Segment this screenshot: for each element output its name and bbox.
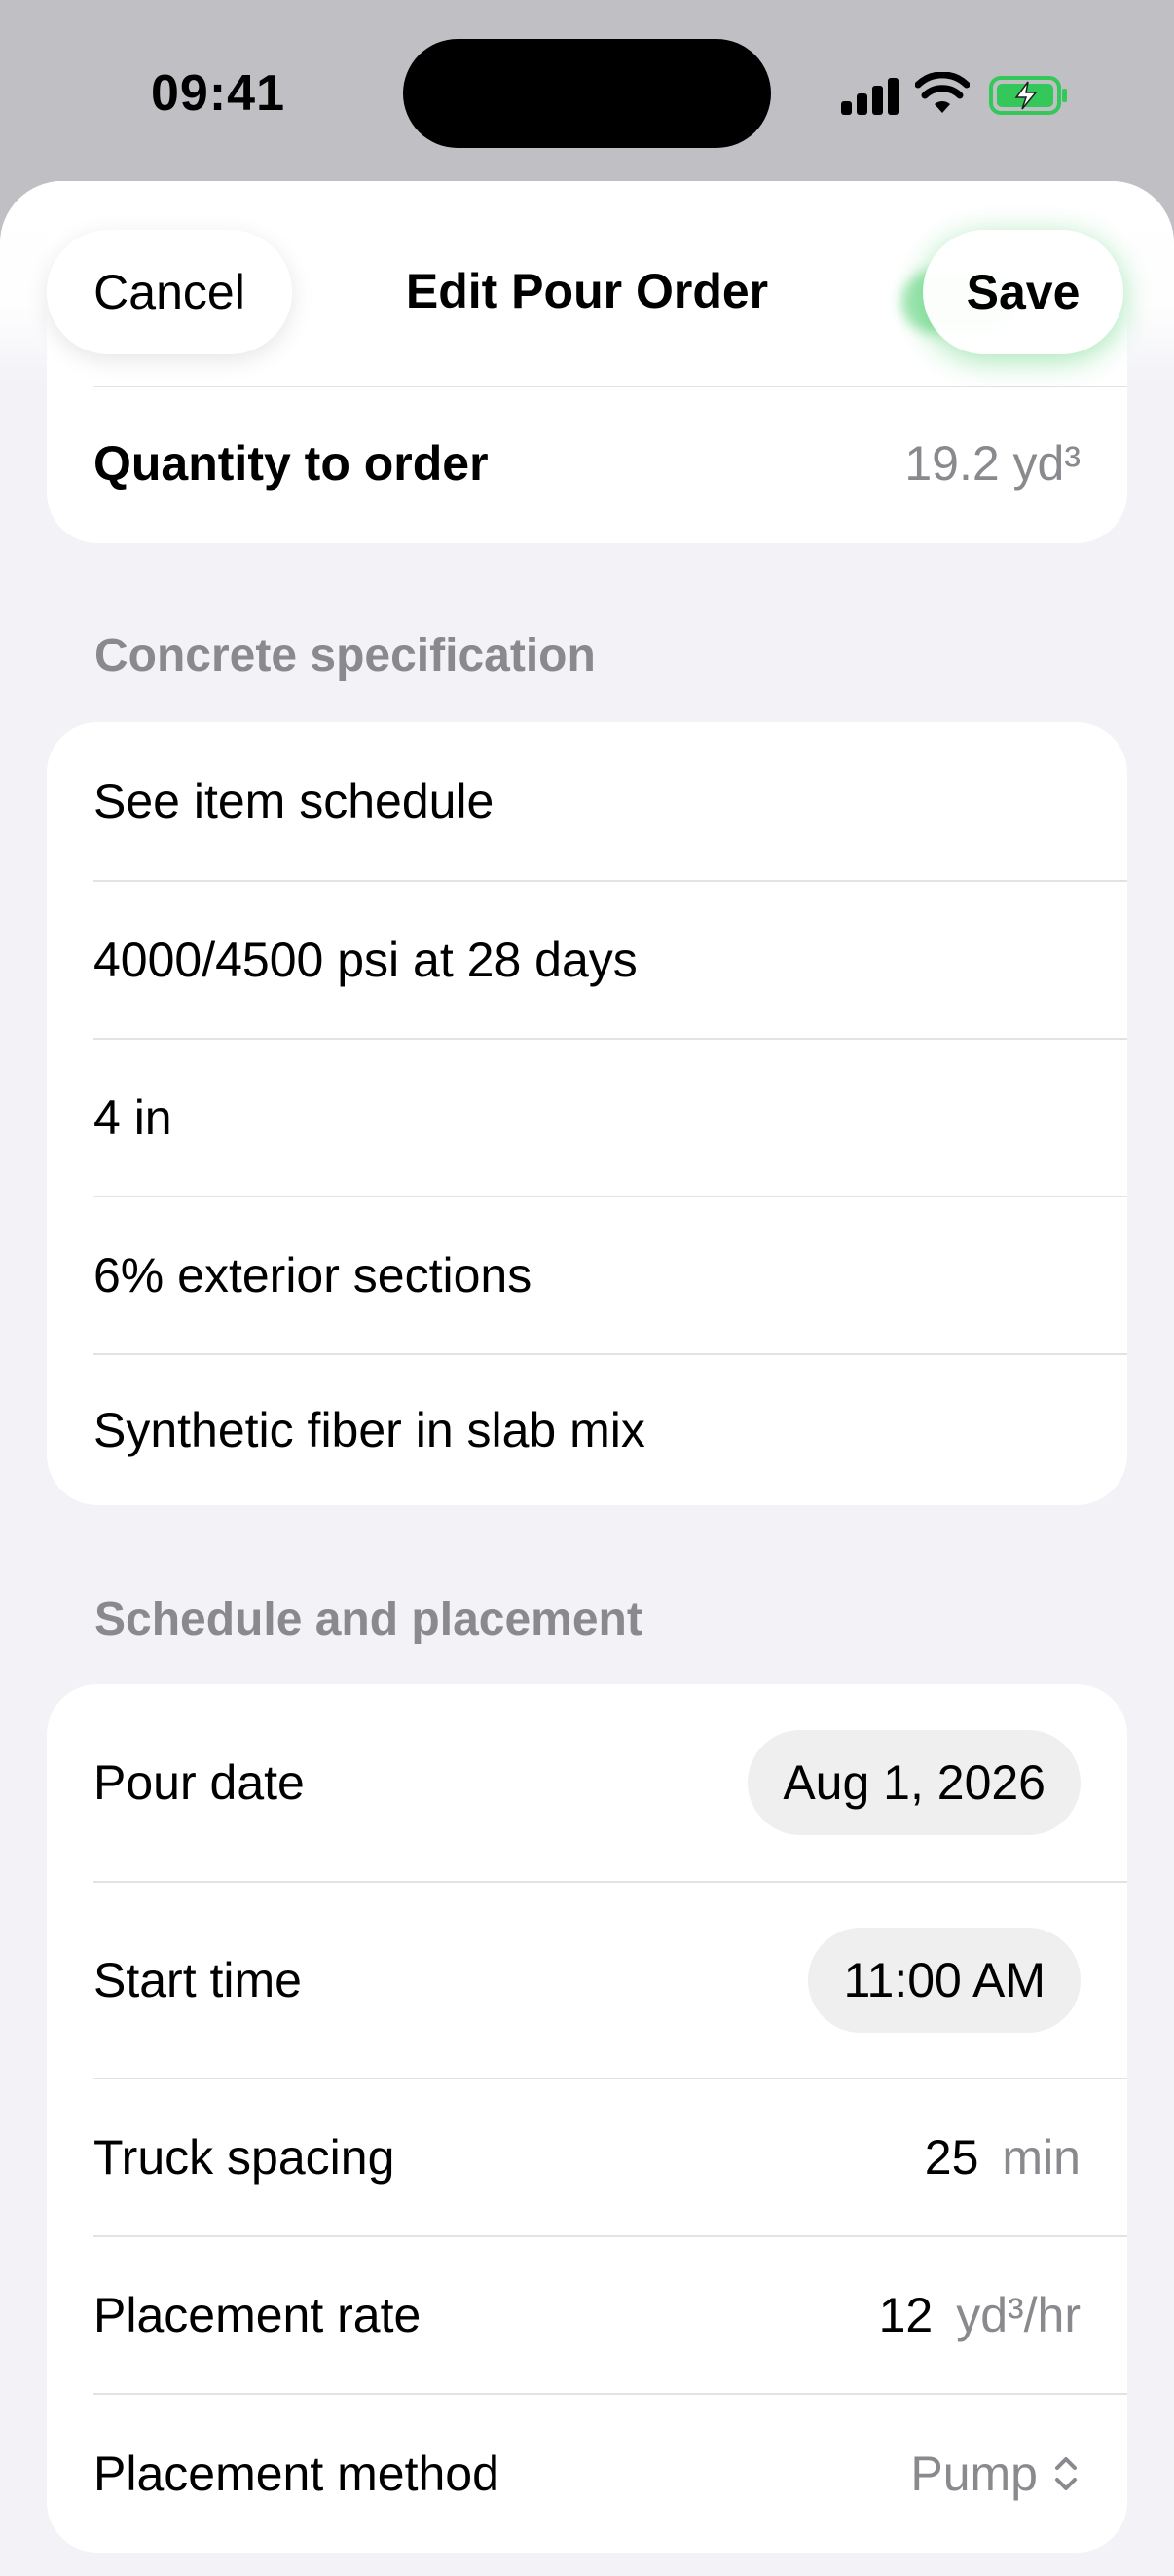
pour-date-row: Pour date Aug 1, 2026 xyxy=(93,1684,1081,1881)
concrete-item[interactable]: See item schedule xyxy=(93,722,1081,880)
concrete-item-text: 4 in xyxy=(93,1090,172,1145)
concrete-item[interactable]: 4000/4500 psi at 28 days xyxy=(93,882,1081,1038)
battery-charging-icon xyxy=(989,76,1067,115)
placement-rate-unit: yd³/hr xyxy=(956,2288,1081,2342)
placement-method-select[interactable]: Pump xyxy=(910,2446,1081,2502)
start-time-label: Start time xyxy=(93,1953,302,2007)
placement-method-label: Placement method xyxy=(93,2447,499,2501)
save-button[interactable]: Save xyxy=(923,230,1123,354)
quantity-row: Quantity to order 19.2 yd³ xyxy=(93,393,1081,534)
dynamic-island xyxy=(403,39,771,148)
wifi-icon xyxy=(915,72,970,113)
schedule-card: Pour date Aug 1, 2026 Start time 11:00 A… xyxy=(47,1684,1127,2553)
placement-method-value: Pump xyxy=(910,2447,1038,2501)
truck-spacing-label: Truck spacing xyxy=(93,2130,395,2185)
concrete-item-text: 4000/4500 psi at 28 days xyxy=(93,933,638,987)
concrete-item-text: See item schedule xyxy=(93,774,495,828)
quantity-label: Quantity to order xyxy=(93,436,489,491)
edit-pour-order-sheet: Quantity to order 19.2 yd³ Cancel Edit P… xyxy=(0,181,1174,2576)
truck-spacing-field[interactable]: 25 min xyxy=(925,2129,1081,2186)
start-time-picker[interactable]: 11:00 AM xyxy=(808,1928,1081,2033)
pour-date-picker[interactable]: Aug 1, 2026 xyxy=(748,1730,1081,1835)
status-bar: 09:41 xyxy=(0,0,1174,185)
start-time-row: Start time 11:00 AM xyxy=(93,1883,1081,2078)
concrete-item-text: 6% exterior sections xyxy=(93,1248,532,1303)
concrete-item[interactable]: Synthetic fiber in slab mix xyxy=(93,1355,1081,1505)
concrete-item[interactable]: 6% exterior sections xyxy=(93,1197,1081,1353)
signal-icon xyxy=(841,76,899,115)
nav-bar: Cancel Edit Pour Order Save xyxy=(0,181,1174,387)
pour-date-label: Pour date xyxy=(93,1755,305,1810)
schedule-section-header: Schedule and placement xyxy=(94,1594,642,1645)
placement-rate-row: Placement rate 12 yd³/hr xyxy=(93,2237,1081,2393)
placement-rate-field[interactable]: 12 yd³/hr xyxy=(879,2287,1081,2343)
truck-spacing-unit: min xyxy=(1002,2130,1081,2185)
concrete-card: See item schedule 4000/4500 psi at 28 da… xyxy=(47,722,1127,1505)
truck-spacing-row: Truck spacing 25 min xyxy=(93,2079,1081,2235)
quantity-value: 19.2 yd³ xyxy=(904,436,1081,491)
placement-method-row: Placement method Pump xyxy=(93,2395,1081,2553)
truck-spacing-value: 25 xyxy=(924,2130,979,2185)
placement-rate-label: Placement rate xyxy=(93,2288,422,2342)
concrete-item[interactable]: 4 in xyxy=(93,1040,1081,1196)
placement-rate-value: 12 xyxy=(878,2288,934,2342)
concrete-section-header: Concrete specification xyxy=(94,630,596,681)
status-time: 09:41 xyxy=(151,65,285,122)
chevron-up-down-icon xyxy=(1055,2457,1077,2490)
concrete-item-text: Synthetic fiber in slab mix xyxy=(93,1403,645,1457)
